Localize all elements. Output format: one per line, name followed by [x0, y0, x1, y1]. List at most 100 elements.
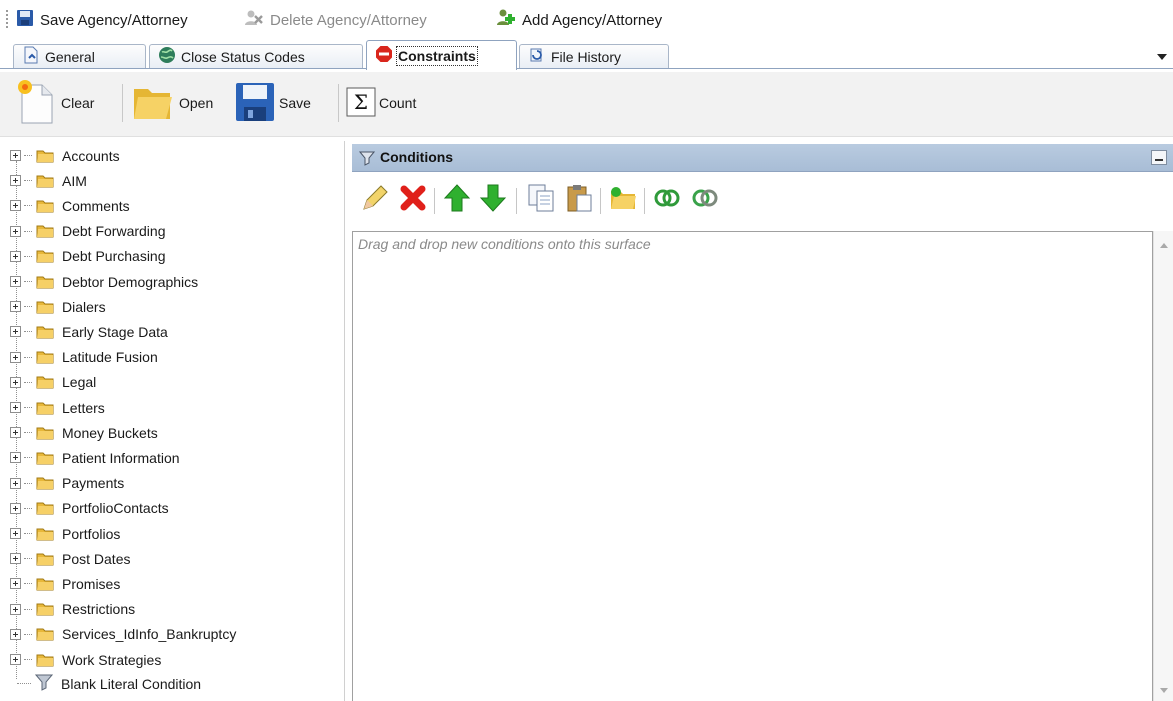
expand-plus-icon[interactable]	[10, 628, 21, 640]
tree-node[interactable]: Promises	[10, 571, 120, 596]
count-button[interactable]: Σ Count	[346, 80, 416, 126]
delete-condition-button[interactable]	[398, 184, 428, 214]
tree-connector	[24, 281, 32, 282]
filter-funnel-icon	[358, 150, 376, 169]
move-up-button[interactable]	[442, 183, 472, 216]
expand-plus-icon[interactable]	[10, 528, 21, 539]
tree-node[interactable]: Payments	[10, 471, 124, 496]
conditions-title: Conditions	[380, 149, 454, 165]
tab-close-status-codes-label: Close Status Codes	[181, 48, 305, 65]
tree-node[interactable]: PortfolioContacts	[10, 496, 169, 521]
tree-node[interactable]: Restrictions	[10, 597, 135, 622]
tree-node-label: Post Dates	[62, 550, 131, 567]
expand-plus-icon[interactable]	[10, 402, 21, 413]
move-down-button[interactable]	[478, 184, 508, 214]
expand-plus-icon[interactable]	[10, 150, 21, 161]
expand-plus-icon[interactable]	[10, 250, 21, 262]
tree-connector	[24, 533, 32, 534]
tree-node[interactable]: Accounts	[10, 143, 120, 168]
expand-plus-icon[interactable]	[10, 175, 21, 187]
expand-plus-icon[interactable]	[10, 301, 21, 313]
tree-node[interactable]: Legal	[10, 370, 96, 395]
scroll-down-arrow-icon[interactable]	[1160, 688, 1168, 693]
floppy-disk-icon	[16, 9, 34, 31]
tree-leaf-blank-literal-condition[interactable]: Blank Literal Condition	[10, 671, 201, 696]
folder-icon	[36, 199, 54, 213]
expand-plus-icon[interactable]	[10, 276, 21, 287]
tab-constraints[interactable]: Constraints	[366, 40, 517, 70]
tree-node[interactable]: Letters	[10, 395, 105, 420]
delete-agency-button[interactable]: Delete Agency/Attorney	[244, 8, 427, 32]
tab-constraints-label: Constraints	[396, 45, 478, 66]
tree-node-label: Accounts	[62, 147, 120, 164]
group-folder-button[interactable]	[608, 184, 638, 214]
expand-plus-icon[interactable]	[10, 225, 21, 237]
tab-file-history[interactable]: File History	[519, 44, 669, 68]
conditions-drop-surface[interactable]: Drag and drop new conditions onto this s…	[352, 231, 1153, 701]
expand-plus-icon[interactable]	[10, 326, 21, 338]
copy-button[interactable]	[526, 184, 556, 214]
folder-icon	[36, 476, 54, 490]
panel-splitter[interactable]	[344, 141, 345, 701]
tree-node[interactable]: Debtor Demographics	[10, 269, 198, 294]
toolbar-separator	[434, 188, 435, 214]
field-tree[interactable]: Accounts AIM Comments Debt Forwarding Debt P…	[0, 141, 344, 701]
tree-node[interactable]: Early Stage Data	[10, 319, 168, 344]
add-people-icon	[494, 8, 516, 32]
expand-plus-icon[interactable]	[10, 376, 21, 388]
expand-plus-icon[interactable]	[10, 502, 21, 514]
tree-connector	[24, 205, 32, 207]
open-button[interactable]: Open	[130, 80, 213, 126]
tree-connector	[24, 331, 32, 333]
tree-node[interactable]: Post Dates	[10, 546, 130, 571]
paste-button[interactable]	[564, 184, 594, 214]
expand-plus-icon[interactable]	[10, 578, 21, 590]
vertical-scrollbar[interactable]	[1153, 231, 1173, 701]
clear-button[interactable]: Clear	[14, 79, 94, 128]
toolbar-separator	[600, 188, 601, 214]
tree-node-label: Patient Information	[62, 449, 180, 466]
tree-node[interactable]: Comments	[10, 193, 130, 218]
tab-close-status-codes[interactable]: Close Status Codes	[149, 44, 363, 68]
tree-node[interactable]: AIM	[10, 168, 87, 193]
minimize-icon[interactable]	[1151, 150, 1167, 165]
tree-node[interactable]: Latitude Fusion	[10, 345, 158, 370]
toolbar-grip[interactable]	[6, 10, 8, 30]
tree-node[interactable]: Patient Information	[10, 445, 180, 470]
toolbar-separator	[338, 84, 339, 122]
scroll-up-arrow-icon[interactable]	[1160, 243, 1168, 248]
folder-icon	[36, 350, 54, 364]
expand-plus-icon[interactable]	[10, 351, 21, 363]
folder-icon	[36, 375, 54, 389]
tree-connector	[24, 608, 32, 610]
expand-plus-icon[interactable]	[10, 452, 21, 464]
and-operator-button[interactable]	[652, 184, 682, 214]
tab-overflow-arrow-icon[interactable]	[1157, 54, 1167, 60]
save-button[interactable]: Save	[234, 80, 311, 126]
tree-node[interactable]: Money Buckets	[10, 420, 158, 445]
history-icon	[528, 46, 546, 67]
tree-node[interactable]: Services_IdInfo_Bankruptcy	[10, 622, 236, 647]
expand-plus-icon[interactable]	[10, 477, 21, 489]
save-agency-button[interactable]: Save Agency/Attorney	[16, 8, 188, 32]
expand-plus-icon[interactable]	[10, 553, 21, 565]
expand-plus-icon[interactable]	[10, 654, 21, 665]
tab-general[interactable]: General	[13, 44, 146, 68]
expand-plus-icon[interactable]	[10, 427, 21, 439]
green-up-arrow-icon	[443, 183, 471, 216]
toolbar-separator	[122, 84, 123, 122]
tree-node[interactable]: Work Strategies	[10, 647, 161, 672]
add-agency-button[interactable]: Add Agency/Attorney	[494, 8, 662, 32]
tree-node-label: Services_IdInfo_Bankruptcy	[62, 626, 237, 643]
folder-icon	[36, 501, 54, 515]
or-operator-button[interactable]	[690, 184, 720, 214]
new-document-icon	[14, 79, 58, 128]
tree-connector	[24, 583, 32, 585]
tree-node[interactable]: Dialers	[10, 294, 106, 319]
expand-plus-icon[interactable]	[10, 603, 21, 615]
expand-plus-icon[interactable]	[10, 200, 21, 212]
tree-node[interactable]: Debt Forwarding	[10, 219, 166, 244]
tree-node[interactable]: Portfolios	[10, 521, 120, 546]
tree-node[interactable]: Debt Purchasing	[10, 244, 166, 269]
edit-condition-button[interactable]	[360, 184, 390, 214]
